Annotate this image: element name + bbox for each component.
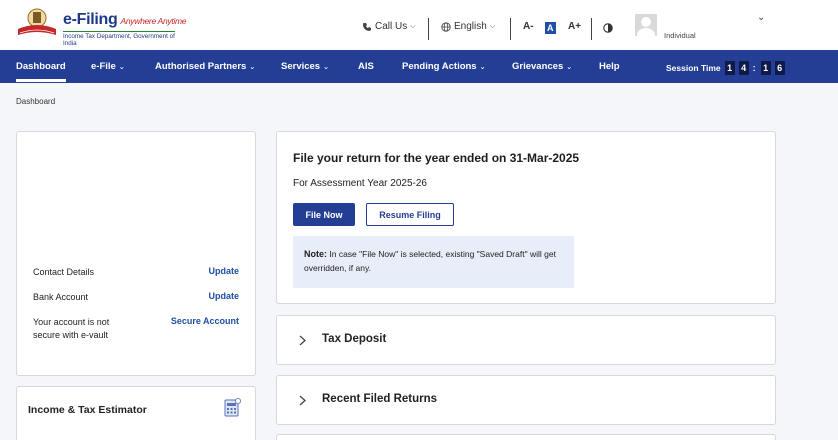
divider-3 bbox=[591, 18, 592, 40]
call-us-label: Call Us bbox=[375, 21, 408, 32]
brand-tagline: Anywhere Anytime bbox=[120, 16, 187, 26]
nav-authorised-partners[interactable]: Authorised Partners ⌄ bbox=[155, 61, 255, 72]
font-increase-button[interactable]: A+ bbox=[568, 21, 581, 32]
file-return-card: File your return for the year ended on 3… bbox=[276, 131, 776, 304]
tax-estimator-card[interactable]: Income & Tax Estimator bbox=[16, 386, 256, 440]
divider-2 bbox=[510, 18, 511, 40]
nav-help[interactable]: Help bbox=[599, 61, 620, 72]
divider-1 bbox=[428, 18, 429, 40]
secure-account-link[interactable]: Secure Account bbox=[171, 316, 239, 326]
draft-note: Note: In case "File Now" is selected, ex… bbox=[293, 236, 574, 288]
session-label: Session Time bbox=[666, 63, 721, 73]
contact-details-label: Contact Details bbox=[33, 267, 95, 277]
nav-efile[interactable]: e-File ⌄ bbox=[91, 61, 125, 72]
evault-warning-text: Your account is not secure with e-vault bbox=[33, 317, 110, 340]
next-accordion-partial[interactable] bbox=[276, 434, 776, 440]
main-nav: Dashboard e-File ⌄ Authorised Partners ⌄ S… bbox=[0, 50, 838, 83]
assessment-year: For Assessment Year 2025-26 bbox=[293, 178, 427, 189]
contrast-icon[interactable] bbox=[603, 23, 613, 33]
top-header: e-Filing Anywhere Anytime Income Tax Depa… bbox=[0, 0, 838, 50]
breadcrumb[interactable]: Dashboard bbox=[16, 97, 55, 106]
session-digit-4: 6 bbox=[774, 61, 785, 75]
chevron-right-icon bbox=[299, 335, 306, 346]
globe-icon bbox=[441, 21, 451, 32]
filed-returns-accordion[interactable]: Recent Filed Returns bbox=[276, 375, 776, 425]
calculator-icon bbox=[224, 398, 241, 417]
session-digit-3: 1 bbox=[760, 61, 771, 75]
brand-block[interactable]: e-Filing Anywhere Anytime Income Tax Depa… bbox=[63, 11, 187, 47]
estimator-title: Income & Tax Estimator bbox=[28, 404, 147, 416]
session-digit-2: 4 bbox=[738, 61, 749, 75]
nav-pending-actions[interactable]: Pending Actions ⌄ bbox=[402, 61, 485, 72]
profile-card: Contact Details Update Bank Account Upda… bbox=[16, 131, 256, 376]
session-digit-1: 1 bbox=[724, 61, 735, 75]
call-us-caret-icon: ⌵ bbox=[410, 22, 416, 30]
nav-dashboard[interactable]: Dashboard bbox=[16, 61, 66, 82]
session-timer: Session Time 1 4 : 1 6 bbox=[666, 61, 785, 75]
contact-update-link[interactable]: Update bbox=[208, 266, 239, 276]
bank-update-link[interactable]: Update bbox=[208, 291, 239, 301]
nav-ais[interactable]: AIS bbox=[358, 61, 374, 72]
note-label: Note: bbox=[304, 249, 327, 259]
user-avatar[interactable] bbox=[635, 14, 657, 36]
brand-subtitle: Income Tax Department, Government of Ind… bbox=[63, 31, 175, 47]
pending-caret-icon: ⌄ bbox=[479, 64, 486, 71]
bank-account-label: Bank Account bbox=[33, 292, 89, 302]
services-caret-icon: ⌄ bbox=[323, 64, 329, 71]
font-normal-button[interactable]: A bbox=[545, 22, 556, 34]
user-menu-caret-icon[interactable]: ⌄ bbox=[757, 12, 765, 23]
call-us-menu[interactable]: Call Us ⌵ bbox=[362, 21, 416, 32]
partners-caret-icon: ⌄ bbox=[249, 64, 256, 71]
nav-services[interactable]: Services ⌄ bbox=[281, 61, 329, 72]
language-caret-icon: ⌵ bbox=[489, 22, 496, 30]
font-decrease-button[interactable]: A- bbox=[523, 21, 534, 32]
emblem-logo[interactable] bbox=[16, 7, 58, 39]
file-now-button[interactable]: File Now bbox=[293, 203, 355, 226]
brand-title: e-Filing Anywhere Anytime bbox=[63, 11, 187, 28]
tax-deposit-accordion[interactable]: Tax Deposit bbox=[276, 315, 776, 365]
user-role: Individual bbox=[664, 31, 696, 40]
session-colon: : bbox=[752, 63, 756, 73]
grievances-caret-icon: ⌄ bbox=[566, 64, 573, 71]
chevron-right-icon-2 bbox=[299, 395, 306, 406]
note-text: In case "File Now" is selected, existing… bbox=[304, 249, 556, 273]
efile-caret-icon: ⌄ bbox=[118, 64, 125, 71]
filed-returns-title: Recent Filed Returns bbox=[322, 393, 438, 405]
phone-icon bbox=[363, 22, 371, 31]
return-title: File your return for the year ended on 3… bbox=[293, 151, 580, 165]
language-label: English bbox=[454, 21, 487, 32]
tax-deposit-title: Tax Deposit bbox=[322, 333, 387, 345]
nav-grievances[interactable]: Grievances ⌄ bbox=[512, 61, 572, 72]
resume-filing-button[interactable]: Resume Filing bbox=[366, 203, 454, 226]
language-select[interactable]: English ⌵ bbox=[441, 21, 495, 32]
